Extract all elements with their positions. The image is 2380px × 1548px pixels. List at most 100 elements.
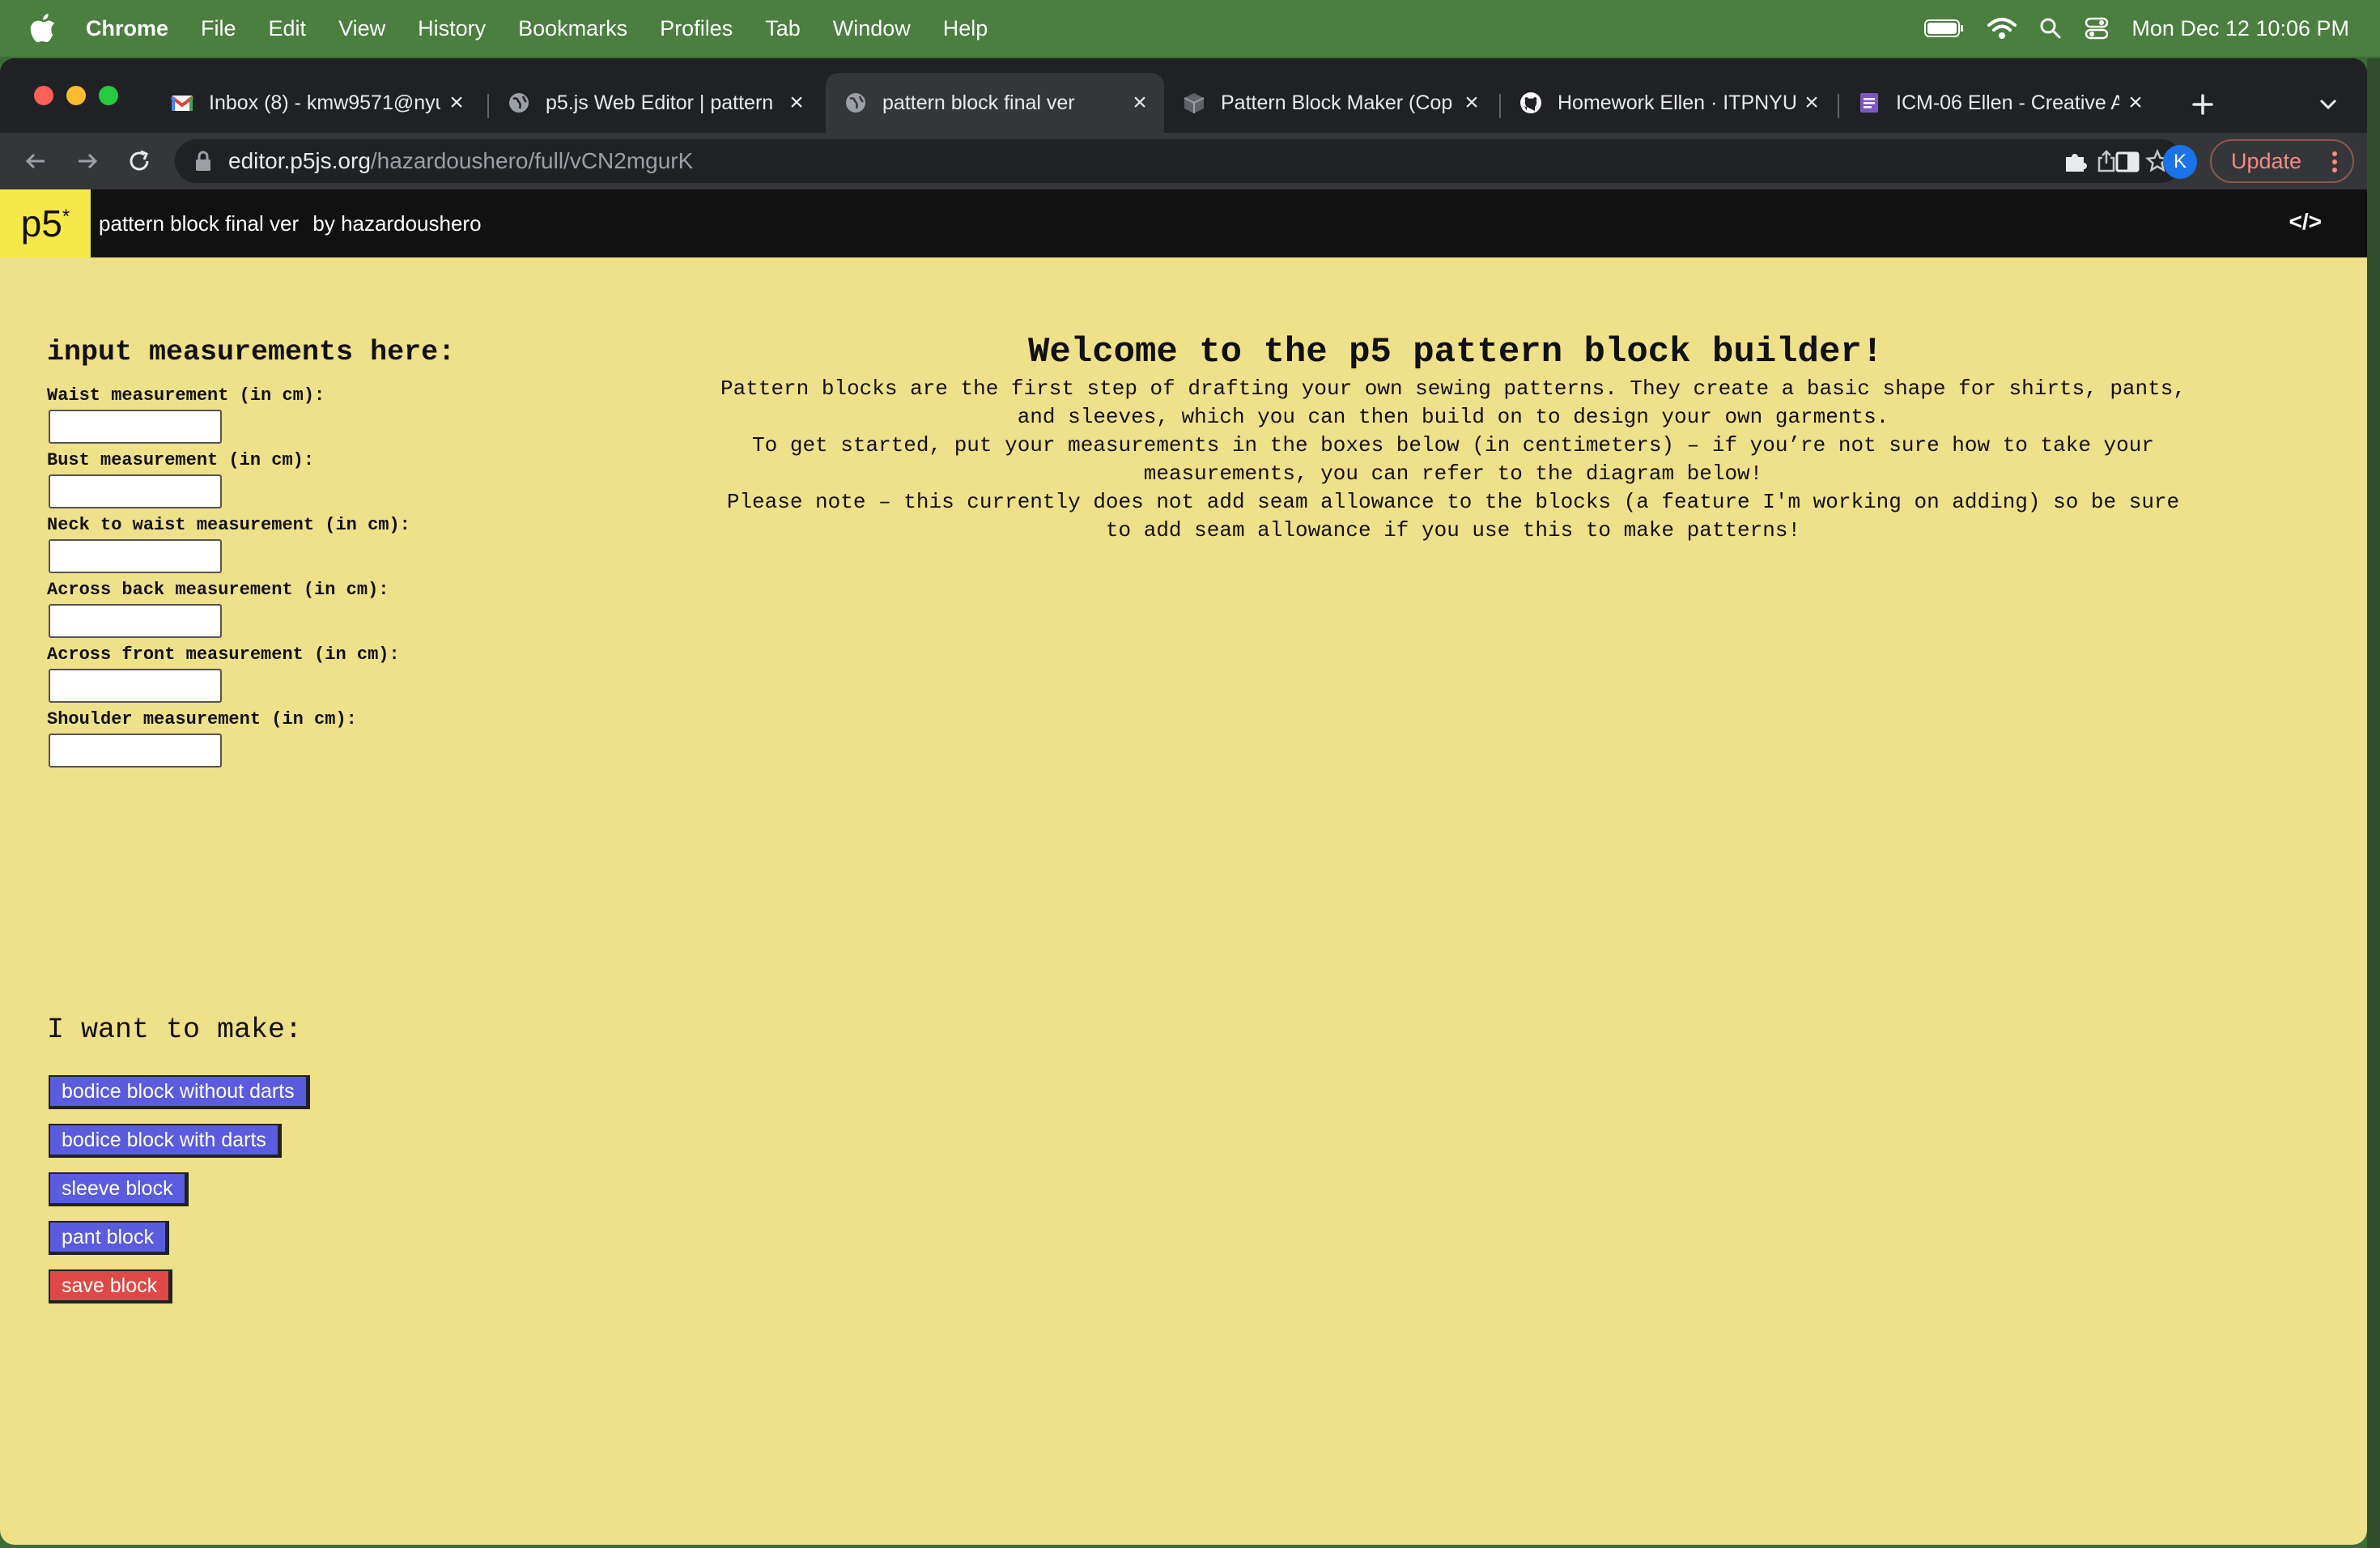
shoulder-input[interactable]	[49, 734, 222, 768]
chrome-window: Inbox (8) - kmw9571@nyu × p5.js Web Edit…	[0, 58, 2367, 1545]
welcome-line: and sleeves, which you can then build on…	[1017, 405, 1889, 429]
tab-search-chevron-icon[interactable]	[2318, 97, 2338, 112]
close-window-button[interactable]	[34, 86, 53, 105]
side-panel-icon[interactable]	[2114, 149, 2140, 175]
apple-icon[interactable]	[29, 13, 57, 44]
sketch-title: pattern block final ver	[99, 211, 300, 236]
close-tab-icon[interactable]: ×	[1124, 89, 1156, 117]
welcome-line: to add seam allowance if you use this to…	[1105, 518, 1801, 542]
sketch-canvas: input measurements here: Waist measureme…	[0, 257, 2367, 1545]
battery-icon[interactable]	[1924, 19, 1965, 38]
macos-menu-bar: Chrome File Edit View History Bookmarks …	[0, 0, 2380, 57]
welcome-title: Welcome to the p5 pattern block builder!	[1028, 332, 1884, 372]
profile-avatar[interactable]: K	[2163, 145, 2197, 179]
tab-title: ICM-06 Ellen - Creative A	[1896, 91, 2119, 114]
update-label: Update	[2231, 148, 2302, 173]
tab-pattern-block-maker[interactable]: Pattern Block Maker (Cop ×	[1164, 73, 1496, 133]
menu-app-name[interactable]: Chrome	[86, 16, 168, 41]
bodice-with-darts-button[interactable]: bodice block with darts	[49, 1124, 282, 1158]
tab-p5-web-editor[interactable]: p5.js Web Editor | pattern ×	[489, 73, 821, 133]
waist-input[interactable]	[49, 410, 222, 444]
inputs-heading: input measurements here:	[47, 336, 456, 368]
sketch-author-link[interactable]: hazardoushero	[341, 211, 481, 236]
spotlight-search-icon[interactable]	[2039, 17, 2062, 40]
menu-tab[interactable]: Tab	[765, 16, 801, 41]
desktop-background	[2367, 58, 2380, 1548]
welcome-line: measurements, you can refer to the diagr…	[1143, 461, 1763, 486]
menu-edit[interactable]: Edit	[269, 16, 307, 41]
reload-icon	[130, 150, 149, 171]
across-back-label: Across back measurement (in cm):	[47, 580, 389, 600]
neck-to-waist-label: Neck to waist measurement (in cm):	[47, 515, 410, 535]
across-back-input[interactable]	[49, 604, 222, 638]
sleeve-block-button[interactable]: sleeve block	[49, 1172, 189, 1206]
control-center-icon[interactable]	[2085, 17, 2109, 40]
neck-to-waist-input[interactable]	[49, 539, 222, 573]
new-tab-icon[interactable]	[2191, 92, 2215, 117]
menu-help[interactable]: Help	[943, 16, 988, 41]
menu-file[interactable]: File	[201, 16, 236, 41]
browser-toolbar: editor.p5js.org/hazardoushero/full/vCN2m…	[0, 133, 2367, 189]
url-host: editor.p5js.org	[228, 148, 371, 173]
address-bar[interactable]: editor.p5js.org/hazardoushero/full/vCN2m…	[175, 139, 2182, 183]
tab-title: Homework Ellen · ITPNYU	[1558, 91, 1796, 114]
p5-logo-asterisk: *	[62, 206, 70, 228]
kebab-menu-icon	[2332, 151, 2337, 172]
extensions-puzzle-icon[interactable]	[2063, 149, 2089, 175]
close-tab-icon[interactable]: ×	[1456, 89, 1488, 117]
box-icon	[1184, 93, 1205, 113]
sketch-title-line: pattern block final ver by hazardoushero	[99, 211, 482, 236]
p5-logo-text: p5	[20, 202, 62, 245]
pant-block-button[interactable]: pant block	[49, 1221, 169, 1255]
across-front-input[interactable]	[49, 669, 222, 703]
menu-window[interactable]: Window	[833, 16, 911, 41]
doc-icon	[1860, 93, 1878, 113]
save-block-button[interactable]: save block	[49, 1269, 173, 1303]
back-arrow-icon	[25, 153, 45, 169]
zoom-window-button[interactable]	[99, 86, 118, 105]
tab-homework-github[interactable]: Homework Ellen · ITPNYU ×	[1501, 73, 1836, 133]
forward-arrow-icon	[79, 153, 98, 169]
close-tab-icon[interactable]: ×	[1796, 89, 1828, 117]
reload-button[interactable]	[123, 145, 155, 177]
menu-profiles[interactable]: Profiles	[660, 16, 733, 41]
bust-input[interactable]	[49, 474, 222, 508]
welcome-line: Please note – this currently does not ad…	[726, 490, 2180, 514]
update-chrome-button[interactable]: Update	[2210, 139, 2354, 183]
menu-view[interactable]: View	[338, 16, 385, 41]
across-front-label: Across front measurement (in cm):	[47, 644, 400, 665]
tab-inbox[interactable]: Inbox (8) - kmw9571@nyu ×	[152, 73, 481, 133]
forward-button[interactable]	[71, 145, 104, 177]
tab-title: pattern block final ver	[882, 91, 1075, 114]
globe-icon	[509, 93, 529, 113]
menubar-clock[interactable]: Mon Dec 12 10:06 PM	[2131, 16, 2349, 41]
tab-pattern-block-final[interactable]: pattern block final ver ×	[826, 73, 1164, 133]
make-heading: I want to make:	[47, 1014, 303, 1046]
back-button[interactable]	[19, 145, 52, 177]
github-icon	[1520, 92, 1541, 113]
wifi-icon[interactable]	[1987, 17, 2017, 40]
menu-bookmarks[interactable]: Bookmarks	[518, 16, 627, 41]
close-tab-icon[interactable]: ×	[780, 89, 813, 117]
p5-logo[interactable]: p5 *	[0, 189, 91, 257]
tab-title: Inbox (8) - kmw9571@nyu	[209, 91, 440, 114]
bodice-without-darts-button[interactable]: bodice block without darts	[49, 1075, 310, 1109]
welcome-line: Pattern blocks are the first step of dra…	[720, 376, 2186, 401]
tab-title: Pattern Block Maker (Cop	[1221, 91, 1453, 114]
tab-title: p5.js Web Editor | pattern	[546, 91, 774, 114]
tab-icm-06[interactable]: ICM-06 Ellen - Creative A ×	[1839, 73, 2160, 133]
menu-history[interactable]: History	[418, 16, 486, 41]
view-code-icon[interactable]: </>	[2289, 209, 2322, 235]
close-tab-icon[interactable]: ×	[440, 89, 473, 117]
tab-strip: Inbox (8) - kmw9571@nyu × p5.js Web Edit…	[0, 58, 2367, 133]
by-label: by	[312, 211, 335, 236]
p5-editor-header: p5 * pattern block final ver by hazardous…	[0, 189, 2367, 257]
close-tab-icon[interactable]: ×	[2119, 89, 2152, 117]
shoulder-label: Shoulder measurement (in cm):	[47, 709, 357, 729]
welcome-description: Pattern blocks are the first step of dra…	[712, 375, 2194, 545]
minimize-window-button[interactable]	[66, 86, 86, 105]
globe-icon	[846, 93, 865, 113]
lock-icon[interactable]	[194, 151, 212, 172]
waist-label: Waist measurement (in cm):	[47, 385, 325, 406]
bust-label: Bust measurement (in cm):	[47, 450, 315, 470]
